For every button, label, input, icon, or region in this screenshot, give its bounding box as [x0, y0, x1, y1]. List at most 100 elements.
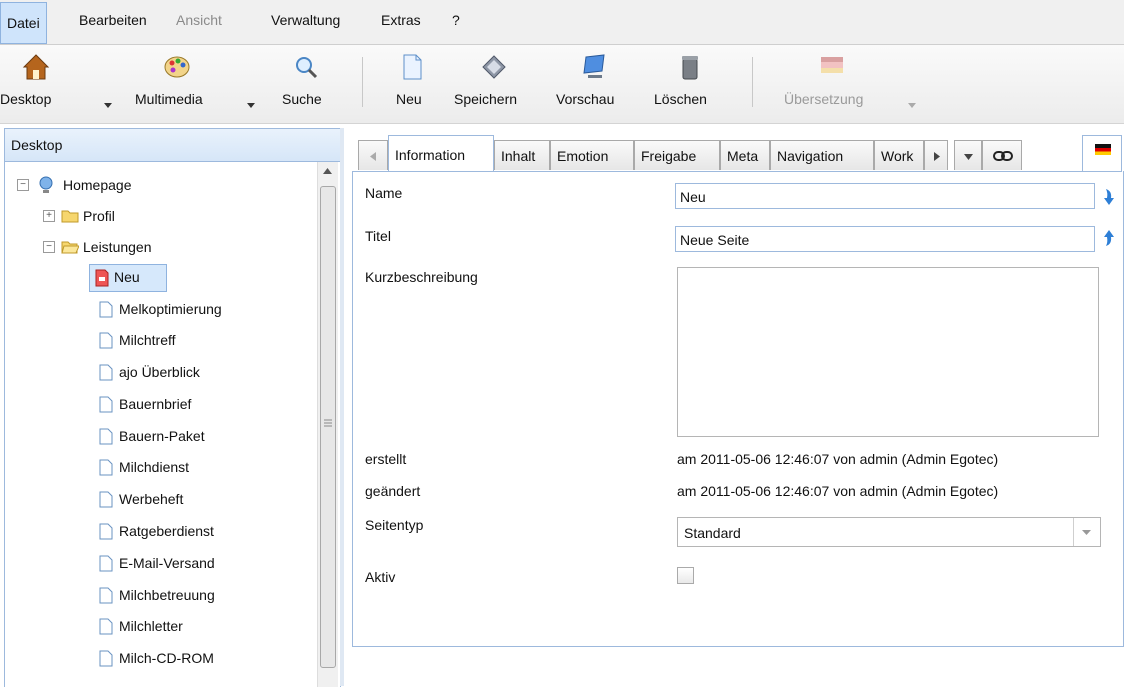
menu-verwaltung[interactable]: Verwaltung	[271, 12, 340, 28]
new-page-icon	[403, 54, 422, 80]
seitentyp-dropdown-button[interactable]	[1073, 518, 1100, 546]
collapse-icon[interactable]: −	[43, 241, 55, 253]
speichern-button[interactable]: Speichern	[454, 53, 534, 115]
scroll-up-arrow-icon[interactable]	[323, 168, 332, 174]
tree-item-page[interactable]: Bauernbrief	[99, 391, 315, 417]
tree-item-neu-selected[interactable]: Neu	[89, 264, 167, 292]
preview-monitor-icon	[583, 54, 605, 78]
tree-item-page[interactable]: Milchdienst	[99, 454, 315, 480]
name-field[interactable]: Neu	[675, 183, 1095, 209]
tab-scroll-right[interactable]	[924, 140, 948, 170]
scrollbar-thumb[interactable]	[320, 186, 336, 668]
translation-flag-icon	[821, 57, 843, 73]
page-icon	[99, 396, 113, 413]
tree-item-page[interactable]: Ratgeberdienst	[99, 518, 315, 544]
tab-inhalt[interactable]: Inhalt	[494, 140, 550, 170]
multimedia-button[interactable]: Multimedia	[135, 53, 260, 115]
tab-information[interactable]: Information	[388, 135, 494, 171]
desktop-dropdown-caret[interactable]	[104, 103, 112, 108]
information-form: Name Neu Titel Neue Seite Kurzbeschreibu…	[352, 171, 1124, 647]
name-label: Name	[365, 185, 403, 201]
tree-item-page[interactable]: Werbeheft	[99, 486, 315, 512]
trash-can-icon	[682, 56, 698, 80]
tree-scrollbar[interactable]	[317, 162, 338, 687]
uebersetzung-dropdown-caret[interactable]	[908, 103, 916, 108]
aktiv-checkbox[interactable]	[677, 567, 694, 584]
collapse-icon[interactable]: −	[17, 179, 29, 191]
panel-splitter[interactable]	[340, 128, 344, 686]
page-locked-icon	[95, 269, 109, 287]
arrow-down-blue-icon[interactable]	[1102, 188, 1116, 206]
tab-work[interactable]: Work	[874, 140, 924, 170]
tab-navigation[interactable]: Navigation	[770, 140, 874, 170]
german-flag-icon	[1095, 144, 1111, 155]
uebersetzung-button[interactable]: Übersetzung	[784, 53, 924, 115]
chevron-down-icon	[1082, 530, 1091, 535]
kurzbeschreibung-textarea[interactable]	[677, 267, 1099, 437]
tab-list-dropdown[interactable]	[954, 140, 982, 170]
vorschau-button[interactable]: Vorschau	[556, 53, 636, 115]
tree-item-homepage[interactable]: − Homepage	[5, 172, 315, 198]
menu-datei[interactable]: Datei	[0, 2, 47, 44]
page-icon	[99, 587, 113, 604]
tree-item-page[interactable]: E-Mail-Versand	[99, 550, 315, 576]
page-icon	[99, 364, 113, 381]
page-icon	[99, 459, 113, 476]
tree-item-profil[interactable]: + Profil	[5, 203, 315, 229]
page-icon	[99, 650, 113, 667]
page-icon	[99, 491, 113, 508]
erstellt-label: erstellt	[365, 451, 407, 467]
save-disk-icon	[482, 55, 506, 79]
folder-icon	[61, 210, 79, 223]
loeschen-button[interactable]: Löschen	[654, 53, 726, 115]
chevron-down-icon	[964, 154, 973, 160]
seitentyp-value: Standard	[684, 525, 741, 541]
folder-open-icon	[61, 241, 79, 254]
tab-scroll-left[interactable]	[358, 140, 388, 170]
expand-icon[interactable]: +	[43, 210, 55, 222]
tree-item-page[interactable]: Milchtreff	[99, 327, 315, 353]
panel-title: Desktop	[5, 129, 340, 162]
tree-item-leistungen[interactable]: − Leistungen	[5, 234, 315, 260]
tree-item-page[interactable]: Melkoptimierung	[99, 296, 315, 322]
aktiv-label: Aktiv	[365, 569, 396, 585]
multimedia-dropdown-caret[interactable]	[247, 103, 255, 108]
tab-links[interactable]	[982, 140, 1022, 170]
tab-emotion[interactable]: Emotion	[550, 140, 634, 170]
geaendert-value: am 2011-05-06 12:46:07 von admin (Admin …	[677, 483, 999, 499]
page-icon	[99, 332, 113, 349]
page-icon	[99, 428, 113, 445]
geaendert-label: geändert	[365, 483, 421, 499]
suche-button[interactable]: Suche	[278, 53, 338, 115]
menu-ansicht[interactable]: Ansicht	[176, 12, 222, 28]
tree-item-page[interactable]: ajo Überblick	[99, 359, 315, 385]
tree-item-page[interactable]: Bauern-Paket	[99, 423, 315, 449]
menu-bearbeiten[interactable]: Bearbeiten	[79, 12, 147, 28]
arrow-up-blue-icon[interactable]	[1102, 229, 1116, 247]
link-chain-icon	[993, 151, 1013, 161]
desktop-tree-panel: Desktop − Homepage + Profil − Leistungen	[4, 128, 341, 687]
tab-language-de[interactable]	[1082, 135, 1122, 171]
seitentyp-label: Seitentyp	[365, 517, 424, 533]
toolbar-separator	[752, 57, 753, 107]
seitentyp-select[interactable]: Standard	[677, 517, 1101, 547]
page-icon	[99, 523, 113, 540]
tab-freigabe[interactable]: Freigabe	[634, 140, 720, 170]
neu-button[interactable]: Neu	[394, 53, 434, 115]
tab-strip: Information Inhalt Emotion Freigabe Meta…	[352, 134, 1122, 172]
house-icon	[22, 54, 50, 80]
tree-item-page[interactable]: Milchletter	[99, 613, 315, 639]
titel-field[interactable]: Neue Seite	[675, 226, 1095, 252]
toolbar-separator	[362, 57, 363, 107]
chevron-right-icon	[934, 152, 940, 161]
globe-site-icon	[39, 176, 53, 193]
menu-help[interactable]: ?	[452, 12, 460, 28]
tree-item-page[interactable]: Milch-CD-ROM	[99, 645, 315, 671]
tab-meta[interactable]: Meta	[720, 140, 770, 170]
page-icon	[99, 555, 113, 572]
menu-extras[interactable]: Extras	[381, 12, 421, 28]
content-panel: Information Inhalt Emotion Freigabe Meta…	[346, 128, 1124, 686]
tree-item-page[interactable]: Milchbetreuung	[99, 582, 315, 608]
kurzbeschreibung-label: Kurzbeschreibung	[365, 269, 478, 285]
desktop-button[interactable]: Desktop	[0, 53, 120, 115]
